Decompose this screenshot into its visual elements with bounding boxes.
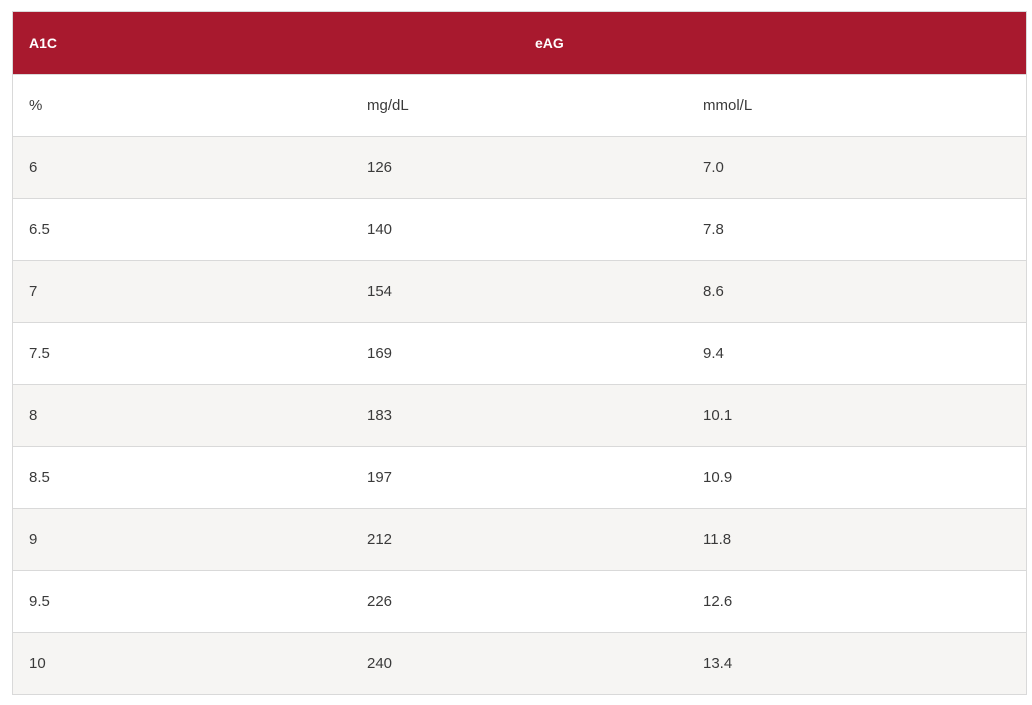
cell-mmol-l: 7.0 bbox=[703, 158, 724, 176]
table-row: 9.5 226 12.6 bbox=[13, 570, 1026, 632]
unit-percent: % bbox=[29, 96, 43, 114]
table-row: 6 126 7.0 bbox=[13, 136, 1026, 198]
cell-mg-dl: 197 bbox=[367, 468, 393, 486]
cell-mg-dl: 154 bbox=[367, 282, 393, 300]
cell-a1c: 10 bbox=[29, 654, 46, 672]
cell-mmol-l: 12.6 bbox=[703, 592, 733, 610]
table-header: A1C eAG bbox=[13, 12, 1026, 74]
header-eag: eAG bbox=[351, 12, 1026, 74]
cell-a1c: 6 bbox=[29, 158, 38, 176]
cell-mmol-l: 8.6 bbox=[703, 282, 724, 300]
cell-a1c: 7 bbox=[29, 282, 38, 300]
a1c-eag-table-container: A1C eAG % mg/dL mmol/L 6 126 7.0 6.5 140… bbox=[12, 11, 1027, 695]
table-body: % mg/dL mmol/L 6 126 7.0 6.5 140 7.8 7 1… bbox=[13, 74, 1026, 694]
cell-a1c: 8 bbox=[29, 406, 38, 424]
cell-a1c: 9.5 bbox=[29, 592, 50, 610]
cell-mg-dl: 226 bbox=[367, 592, 393, 610]
cell-a1c: 6.5 bbox=[29, 220, 50, 238]
cell-mmol-l: 7.8 bbox=[703, 220, 724, 238]
cell-mg-dl: 240 bbox=[367, 654, 393, 672]
unit-mg-dl: mg/dL bbox=[367, 96, 409, 114]
table-row: 8.5 197 10.9 bbox=[13, 446, 1026, 508]
header-a1c: A1C bbox=[29, 34, 58, 51]
table-row: 10 240 13.4 bbox=[13, 632, 1026, 694]
header-eag-label: eAG bbox=[535, 34, 564, 51]
a1c-eag-conversion-table: A1C eAG % mg/dL mmol/L 6 126 7.0 6.5 140… bbox=[13, 12, 1026, 694]
units-row: % mg/dL mmol/L bbox=[13, 74, 1026, 136]
cell-mmol-l: 13.4 bbox=[703, 654, 733, 672]
table-row: 9 212 11.8 bbox=[13, 508, 1026, 570]
table-row: 8 183 10.1 bbox=[13, 384, 1026, 446]
cell-mmol-l: 9.4 bbox=[703, 344, 724, 362]
cell-a1c: 9 bbox=[29, 530, 38, 548]
cell-mmol-l: 11.8 bbox=[703, 530, 732, 548]
table-row: 7 154 8.6 bbox=[13, 260, 1026, 322]
cell-mg-dl: 183 bbox=[367, 406, 393, 424]
cell-a1c: 7.5 bbox=[29, 344, 50, 362]
table-row: 6.5 140 7.8 bbox=[13, 198, 1026, 260]
header-row: A1C eAG bbox=[13, 12, 1026, 74]
cell-mg-dl: 126 bbox=[367, 158, 393, 176]
table-row: 7.5 169 9.4 bbox=[13, 322, 1026, 384]
unit-mmol-l: mmol/L bbox=[703, 96, 753, 114]
cell-mmol-l: 10.9 bbox=[703, 468, 733, 486]
cell-a1c: 8.5 bbox=[29, 468, 50, 486]
cell-mg-dl: 169 bbox=[367, 344, 393, 362]
cell-mg-dl: 140 bbox=[367, 220, 393, 238]
cell-mg-dl: 212 bbox=[367, 530, 393, 548]
cell-mmol-l: 10.1 bbox=[703, 406, 733, 424]
